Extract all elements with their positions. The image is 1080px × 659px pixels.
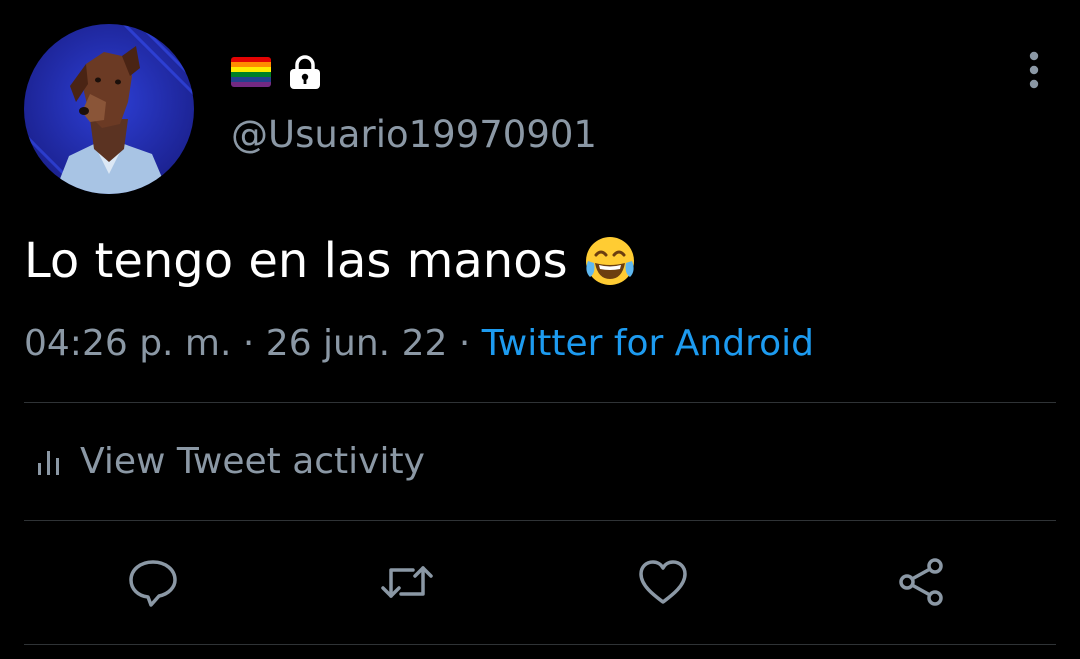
tweet-time: 04:26 p. m. [24,323,232,364]
tweet-date: 26 jun. 22 [265,323,448,364]
face-with-tears-of-joy-icon [585,237,634,285]
view-tweet-activity-label: View Tweet activity [80,441,425,482]
bar-chart-icon [38,451,59,475]
tweet-source-link[interactable]: Twitter for Android [482,323,814,364]
view-tweet-activity-button[interactable]: View Tweet activity [36,438,425,486]
avatar[interactable] [24,24,194,194]
tweet-body: Lo tengo en las manos [24,231,638,291]
lock-icon [290,55,320,89]
share-button[interactable] [896,556,948,608]
meta-separator: · [447,323,482,364]
share-icon [899,558,943,606]
retweet-icon [381,566,433,598]
rainbow-flag-icon [231,57,271,87]
reply-button[interactable] [127,556,179,608]
more-vertical-icon [1029,51,1039,89]
user-handle[interactable]: @Usuario19970901 [231,113,597,157]
like-button[interactable] [637,556,689,608]
tweet-meta: 04:26 p. m. · 26 jun. 22 · Twitter for A… [24,321,814,367]
divider [24,520,1056,521]
more-options-button[interactable] [1016,48,1052,92]
meta-separator: · [231,323,266,364]
reply-icon [129,560,177,607]
tweet-text: Lo tengo en las manos [24,233,568,289]
divider [24,402,1056,403]
user-badges [231,55,323,89]
like-icon [639,560,687,604]
divider [24,644,1056,645]
retweet-button[interactable] [381,556,433,608]
